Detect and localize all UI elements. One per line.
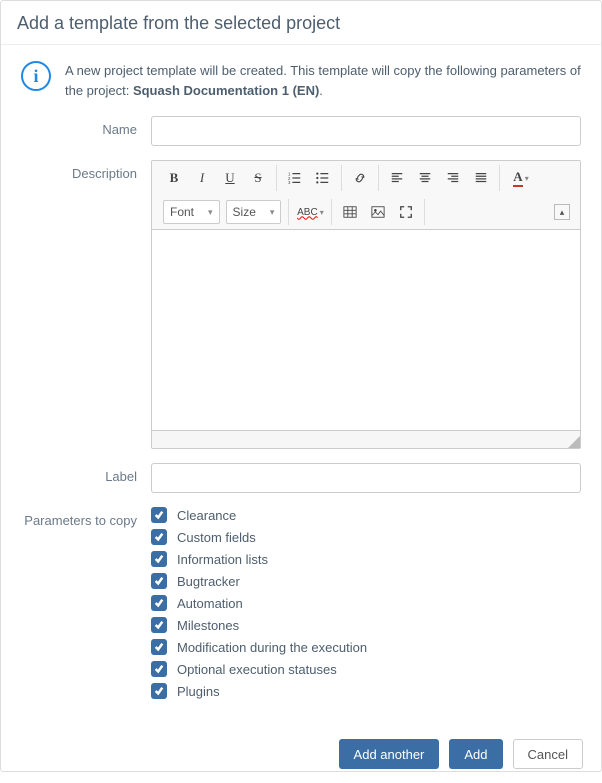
- spellcheck-button[interactable]: ABC▾: [294, 200, 326, 224]
- param-item: Automation: [151, 595, 581, 611]
- svg-text:3: 3: [288, 180, 291, 185]
- param-checkbox[interactable]: [151, 617, 167, 633]
- description-label: Description: [21, 160, 151, 449]
- info-row: i A new project template will be created…: [21, 61, 581, 100]
- info-icon: i: [21, 61, 51, 91]
- editor-statusbar: [152, 430, 580, 448]
- link-button[interactable]: [347, 166, 373, 190]
- unordered-list-button[interactable]: [310, 166, 336, 190]
- param-label: Clearance: [177, 508, 236, 523]
- param-label: Bugtracker: [177, 574, 240, 589]
- editor-toolbar: B I U S 123: [152, 161, 580, 230]
- align-right-button[interactable]: [440, 166, 466, 190]
- ordered-list-button[interactable]: 123: [282, 166, 308, 190]
- text-color-button[interactable]: A▾: [505, 166, 537, 190]
- strike-button[interactable]: S: [245, 166, 271, 190]
- dialog-footer: Add another Add Cancel: [1, 729, 601, 783]
- dialog-title: Add a template from the selected project: [1, 1, 601, 45]
- param-label: Milestones: [177, 618, 239, 633]
- param-label: Modification during the execution: [177, 640, 367, 655]
- param-checkbox[interactable]: [151, 683, 167, 699]
- param-item: Optional execution statuses: [151, 661, 581, 677]
- param-checkbox[interactable]: [151, 573, 167, 589]
- font-selector[interactable]: Font▾: [163, 200, 220, 224]
- info-project-name: Squash Documentation 1 (EN): [133, 83, 319, 98]
- param-checkbox[interactable]: [151, 551, 167, 567]
- param-checkbox[interactable]: [151, 661, 167, 677]
- italic-button[interactable]: I: [189, 166, 215, 190]
- align-justify-button[interactable]: [468, 166, 494, 190]
- add-another-button[interactable]: Add another: [339, 739, 440, 769]
- param-label: Custom fields: [177, 530, 256, 545]
- toolbar-collapse-button[interactable]: ▴: [554, 204, 570, 220]
- param-label: Plugins: [177, 684, 220, 699]
- size-selector[interactable]: Size▾: [226, 200, 282, 224]
- param-item: Milestones: [151, 617, 581, 633]
- param-checkbox[interactable]: [151, 639, 167, 655]
- param-checkbox[interactable]: [151, 507, 167, 523]
- parameters-checklist: Clearance Custom fields Information lists B…: [151, 507, 581, 699]
- rich-text-editor: B I U S 123: [151, 160, 581, 449]
- cancel-button[interactable]: Cancel: [513, 739, 583, 769]
- info-text: A new project template will be created. …: [65, 61, 581, 100]
- param-label: Optional execution statuses: [177, 662, 337, 677]
- editor-content[interactable]: [152, 230, 580, 430]
- bold-button[interactable]: B: [161, 166, 187, 190]
- name-label: Name: [21, 116, 151, 146]
- params-label: Parameters to copy: [21, 507, 151, 699]
- param-item: Modification during the execution: [151, 639, 581, 655]
- dialog-body: i A new project template will be created…: [1, 45, 601, 729]
- param-item: Custom fields: [151, 529, 581, 545]
- table-button[interactable]: [337, 200, 363, 224]
- param-item: Clearance: [151, 507, 581, 523]
- name-input[interactable]: [151, 116, 581, 146]
- info-suffix: .: [319, 83, 323, 98]
- fullscreen-button[interactable]: [393, 200, 419, 224]
- param-item: Information lists: [151, 551, 581, 567]
- param-item: Plugins: [151, 683, 581, 699]
- align-center-button[interactable]: [412, 166, 438, 190]
- param-label: Automation: [177, 596, 243, 611]
- param-label: Information lists: [177, 552, 268, 567]
- underline-button[interactable]: U: [217, 166, 243, 190]
- image-button[interactable]: [365, 200, 391, 224]
- label-input[interactable]: [151, 463, 581, 493]
- param-checkbox[interactable]: [151, 595, 167, 611]
- param-item: Bugtracker: [151, 573, 581, 589]
- label-label: Label: [21, 463, 151, 493]
- editor-resize-handle[interactable]: [568, 436, 580, 448]
- param-checkbox[interactable]: [151, 529, 167, 545]
- align-left-button[interactable]: [384, 166, 410, 190]
- add-button[interactable]: Add: [449, 739, 502, 769]
